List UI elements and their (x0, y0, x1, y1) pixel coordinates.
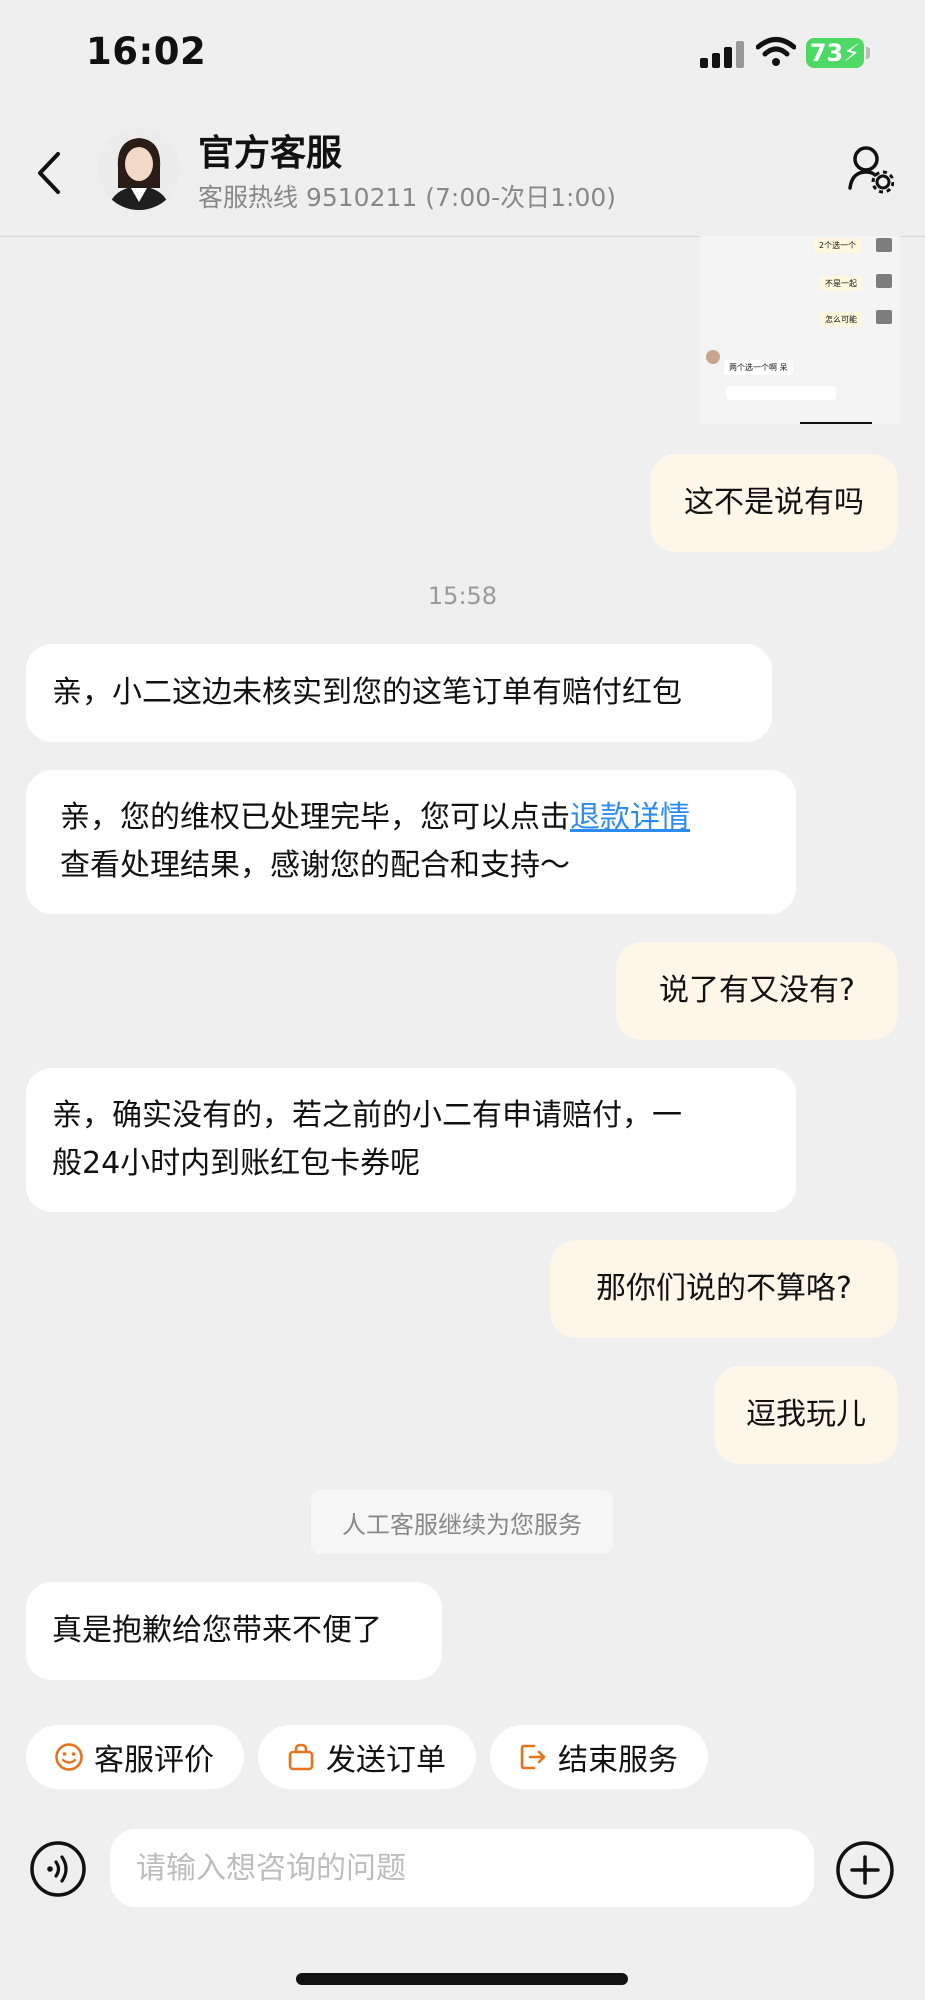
chip-label: 客服评价 (94, 1743, 214, 1778)
incoming-message: 真是抱歉给您带来不便了 (26, 1582, 442, 1680)
message-text: 这不是说有吗 (684, 485, 864, 520)
shopping-bag-icon (288, 1743, 314, 1771)
message-text: 亲，确实没有的，若之前的小二有申请赔付，一 (52, 1098, 682, 1133)
thumb-avatar (706, 350, 720, 364)
thumb-image (876, 310, 892, 324)
outgoing-message: 那你们说的不算咯? (550, 1240, 898, 1338)
end-service-button[interactable]: 结束服务 (490, 1725, 708, 1789)
message-text: 那你们说的不算咯? (596, 1271, 852, 1306)
message-text: 亲，您的维权已处理完毕，您可以点击 (60, 800, 570, 835)
outgoing-message: 逗我玩儿 (714, 1366, 898, 1464)
outgoing-message: 说了有又没有? (616, 942, 898, 1040)
system-notice: 人工客服继续为您服务 (311, 1490, 613, 1554)
thumb-input (726, 386, 836, 400)
message-input[interactable] (110, 1829, 814, 1907)
chat-title: 官方客服 (198, 133, 343, 174)
wifi-icon (756, 37, 796, 66)
thumb-bubble: 2个选一个 (814, 238, 862, 253)
thumb-image (876, 274, 892, 288)
thumb-bubble: 怎么可能 (820, 312, 862, 327)
chip-label: 发送订单 (326, 1743, 446, 1778)
incoming-message: 亲，小二这边未核实到您的这笔订单有赔付红包 (26, 644, 772, 742)
battery-icon: 73 ⚡ (806, 38, 864, 68)
message-text: 真是抱歉给您带来不便了 (52, 1613, 382, 1648)
hotline-subtitle: 客服热线 9510211 (7:00-次日1:00) (198, 183, 617, 212)
back-arrow-icon[interactable] (30, 148, 70, 198)
signal-icon (700, 41, 744, 68)
input-bar (0, 1805, 925, 1945)
agent-settings-icon[interactable] (848, 144, 894, 194)
status-time: 16:02 (86, 30, 207, 73)
voice-input-icon[interactable] (30, 1841, 86, 1897)
message-text: 逗我玩儿 (746, 1397, 866, 1432)
chat-header: 官方客服 客服热线 9510211 (7:00-次日1:00) (0, 110, 925, 237)
rate-service-button[interactable]: 客服评价 (26, 1725, 244, 1789)
shared-screenshot-thumbnail[interactable]: 2个选一个 不是一起 怎么可能 两个选一个啊 呆 (700, 236, 900, 424)
thumb-bubble: 不是一起 (820, 276, 862, 291)
home-indicator (296, 1973, 628, 1985)
incoming-message: 亲，确实没有的，若之前的小二有申请赔付，一 般24小时内到账红包卡券呢 (26, 1068, 796, 1212)
battery-level: 73 (809, 39, 844, 67)
thumb-image (876, 238, 892, 252)
avatar[interactable] (98, 128, 180, 210)
send-order-button[interactable]: 发送订单 (258, 1725, 476, 1789)
message-text: 说了有又没有? (659, 973, 855, 1008)
status-bar: 16:02 73 ⚡ (0, 0, 925, 110)
agent-avatar-image (98, 128, 180, 210)
message-text: 查看处理结果，感谢您的配合和支持～ (60, 848, 570, 883)
message-timestamp: 15:58 (427, 582, 498, 610)
plus-icon[interactable] (836, 1841, 894, 1899)
exit-icon (520, 1744, 546, 1770)
refund-details-link[interactable]: 退款详情 (570, 800, 690, 835)
incoming-message: 亲，您的维权已处理完毕，您可以点击退款详情 查看处理结果，感谢您的配合和支持～ (26, 770, 796, 914)
battery-cap (866, 47, 870, 59)
smile-icon (55, 1743, 83, 1771)
message-text: 亲，小二这边未核实到您的这笔订单有赔付红包 (52, 675, 682, 710)
thumb-received-bubble: 两个选一个啊 呆 (724, 360, 793, 375)
outgoing-message: 这不是说有吗 (650, 454, 898, 552)
message-text: 般24小时内到账红包卡券呢 (52, 1146, 421, 1181)
chip-label: 结束服务 (558, 1743, 678, 1778)
thumb-home-indicator (800, 422, 872, 424)
